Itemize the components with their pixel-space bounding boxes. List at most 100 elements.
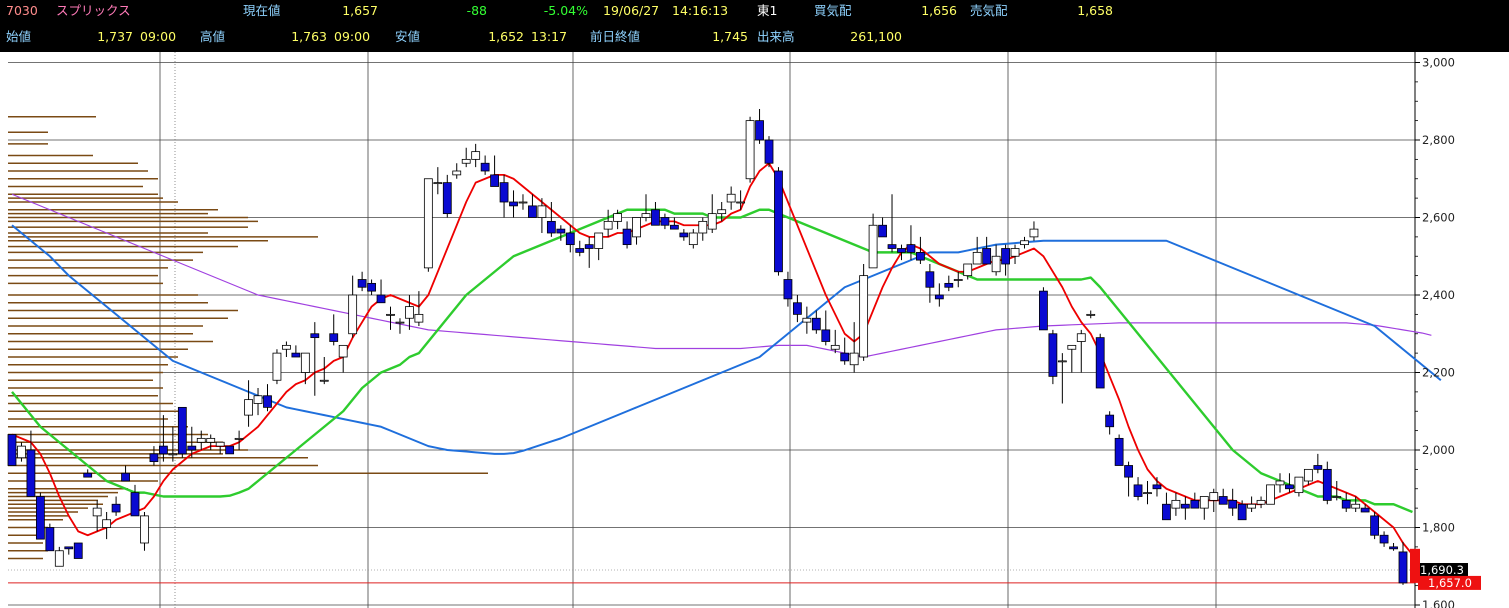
candle-body	[177, 406, 187, 455]
volume-profile-bar	[8, 441, 223, 443]
volume-profile-bar	[8, 302, 208, 304]
candle-body	[329, 333, 339, 342]
candle-body	[1010, 248, 1020, 257]
volume-profile-bar	[8, 317, 228, 319]
candle-body	[972, 251, 982, 265]
candle-body	[149, 453, 159, 463]
quote-time: 14:16:13	[672, 3, 729, 18]
candle-body	[1143, 492, 1152, 495]
candle-body	[764, 139, 774, 164]
candle-body	[679, 232, 689, 238]
high-time: 09:00	[334, 29, 371, 44]
volume-profile-bar	[8, 212, 208, 215]
candle-body	[1162, 503, 1171, 521]
volume-profile-bar	[8, 499, 98, 502]
candle-body	[196, 437, 206, 443]
volume-profile-bar	[8, 340, 213, 343]
candle-body	[906, 244, 916, 253]
candle-body	[953, 279, 963, 281]
quote-date: 19/06/27	[603, 3, 660, 18]
volume-profile-bar	[8, 251, 203, 254]
candle-body	[613, 213, 623, 222]
candle-body	[792, 302, 802, 315]
candle-body	[1152, 484, 1162, 490]
volume-profile-bar	[8, 449, 248, 451]
candle-body	[528, 205, 537, 218]
candle-body	[897, 248, 906, 253]
candle-body	[433, 182, 443, 185]
volume-label: 出来高	[757, 29, 795, 44]
candle-body	[1199, 496, 1209, 509]
y-tick-label: 3,000	[1422, 56, 1455, 70]
volume-profile-bar	[8, 495, 108, 498]
candle-body	[736, 201, 746, 204]
candle-body	[272, 352, 282, 381]
candle-body	[726, 193, 736, 203]
candle-body	[461, 158, 471, 164]
candle-body	[386, 313, 395, 316]
candle-body	[490, 174, 499, 187]
candlestick-chart[interactable]: 1,600 1,800 2,000 2,200 2,400 2,600 2,800 3,000…	[0, 52, 1509, 608]
candle-body	[300, 352, 310, 373]
candle-body	[1020, 240, 1029, 246]
ask-label: 売気配	[970, 3, 1008, 18]
volume-profile-bar	[8, 294, 198, 296]
current-price: 1,657	[342, 3, 378, 18]
candle-body	[1351, 503, 1361, 509]
candle-body	[1322, 468, 1332, 501]
candle-body	[1275, 480, 1285, 486]
open-time: 09:00	[140, 29, 177, 44]
candle-body	[1086, 313, 1096, 316]
volume-profile-bar	[8, 216, 248, 219]
candle-body	[357, 279, 367, 288]
open-label: 始値	[6, 29, 32, 44]
candle-body	[537, 205, 547, 218]
candle-body	[878, 224, 887, 238]
candle-body	[7, 434, 17, 466]
candle-body	[802, 317, 812, 323]
candle-body	[225, 445, 235, 455]
candle-body	[367, 282, 376, 292]
volume-profile-bar	[8, 240, 268, 242]
candle-body	[1095, 337, 1105, 389]
low-label: 安値	[395, 29, 421, 44]
candle-body	[111, 503, 121, 513]
candle-body	[234, 437, 244, 440]
candle-body	[1398, 551, 1408, 584]
volume-profile-bar	[8, 488, 128, 490]
candle-body	[1389, 546, 1398, 550]
volume-profile-bar	[8, 220, 258, 223]
candle-body	[651, 209, 660, 226]
candle-body	[1039, 290, 1048, 331]
y-tick-label: 2,200	[1422, 366, 1455, 380]
volume-profile-bar	[8, 170, 148, 172]
volume-profile-bar	[8, 418, 168, 420]
candle-body	[64, 546, 74, 550]
volume-profile-bar	[8, 503, 103, 505]
candle-body	[1067, 344, 1077, 350]
candle-body	[811, 317, 821, 331]
candle-body	[442, 182, 452, 215]
high-price: 1,763	[291, 29, 327, 44]
volume-profile-bar	[8, 395, 158, 397]
volume-profile-bar	[8, 472, 488, 474]
volume-profile-bar	[8, 193, 158, 195]
previous-close: 1,745	[712, 29, 748, 44]
candle-body	[414, 313, 424, 323]
volume-profile-bar	[8, 131, 48, 133]
candle-body	[206, 437, 216, 443]
candle-body	[1105, 414, 1115, 428]
price-change-percent: -5.04%	[543, 3, 588, 18]
candle-body	[1180, 503, 1190, 509]
candle-body	[395, 321, 405, 324]
candle-body	[774, 170, 783, 273]
y-tick-label: 1,800	[1422, 521, 1455, 535]
candle-body	[717, 209, 727, 215]
candle-body	[755, 120, 764, 141]
price-change: -88	[466, 3, 487, 18]
candle-body	[1114, 437, 1124, 466]
volume-profile-bar	[8, 410, 183, 412]
candle-body	[1266, 484, 1275, 505]
candle-body	[1190, 499, 1200, 509]
candle-body	[130, 492, 140, 517]
